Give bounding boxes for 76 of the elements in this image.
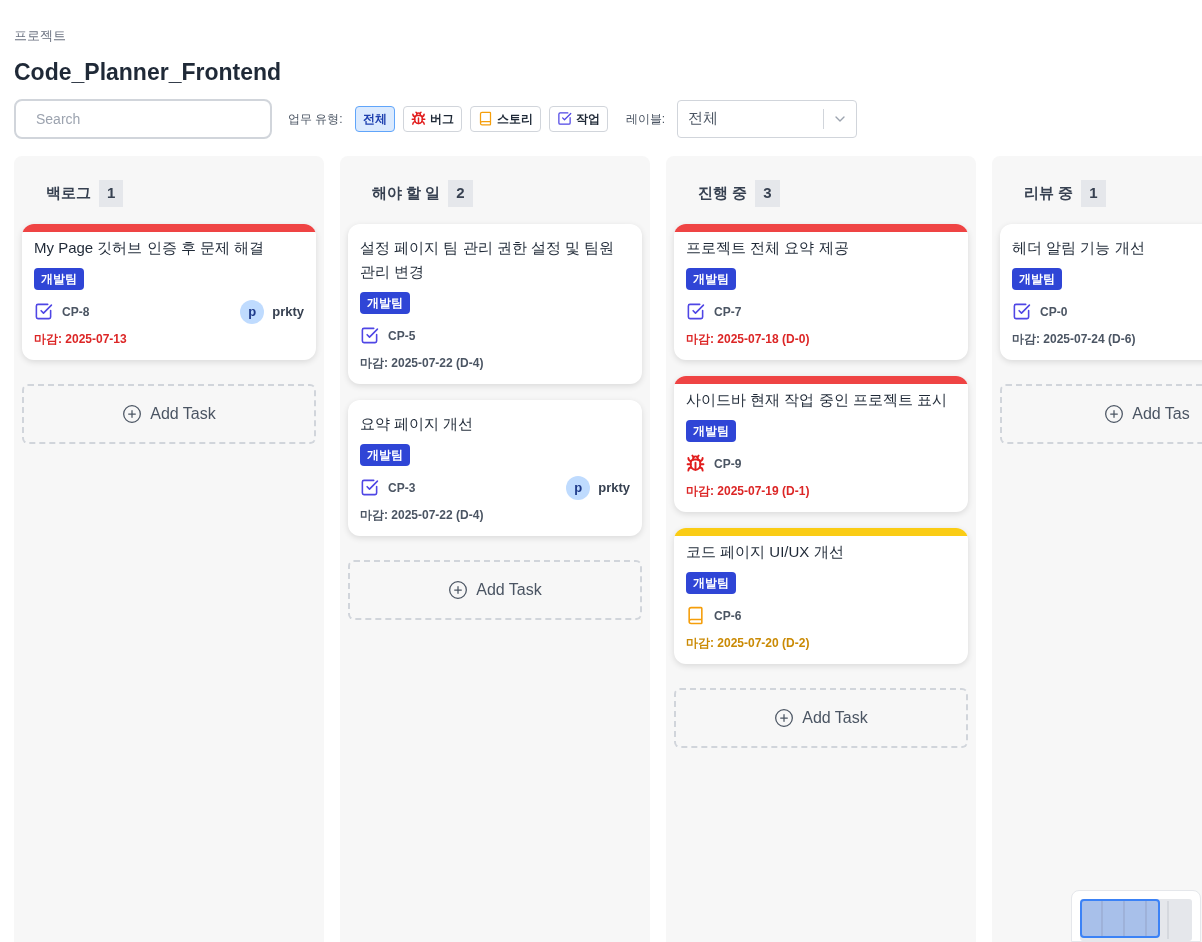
checkbox-icon [34, 302, 53, 321]
due-date: 마감: 2025-07-19 (D-1) [686, 482, 811, 500]
plus-icon [1104, 403, 1125, 424]
task-key: CP-7 [714, 302, 742, 321]
add-task-button[interactable]: Add Task [674, 687, 968, 748]
assignee-name: prkty [272, 302, 304, 321]
column-count: 2 [448, 180, 473, 207]
add-task-button[interactable]: Add Task [22, 383, 316, 444]
due-date: 마감: 2025-07-13 [34, 330, 128, 348]
task-title: 헤더 알림 기능 개선 [1012, 237, 1146, 258]
task-card[interactable]: 코드 페이지 UI/UX 개선 개발팀 CP-6 마감: 2025-07-20 (D-2) [674, 527, 968, 664]
task-title: 사이드바 현재 작업 중인 프로젝트 표시 [686, 389, 948, 410]
task-title: 설정 페이지 팀 관리 권한 설정 및 팀원 관리 변경 [360, 237, 616, 282]
task-key: CP-6 [714, 606, 742, 625]
column-title: 해야 할 일 [372, 183, 441, 204]
task-card[interactable]: 사이드바 현재 작업 중인 프로젝트 표시 개발팀 CP-9 마감: 2025-07-19 (D-1) [674, 375, 968, 512]
task-card[interactable]: 요약 페이지 개선 개발팀 CP-3 p prkty 마감: 2025-07-22 (D-4) [348, 399, 642, 536]
due-date: 마감: 2025-07-18 (D-0) [686, 330, 811, 348]
due-date: 마감: 2025-07-22 (D-4) [360, 506, 485, 524]
avatar: p [566, 475, 591, 500]
assignee-name: prkty [598, 478, 630, 497]
task-card[interactable]: 프로젝트 전체 요약 제공 개발팀 CP-7 마감: 2025-07-18 (D-0) [674, 223, 968, 360]
task-key: CP-8 [62, 302, 90, 321]
column-count: 3 [755, 180, 780, 207]
column-title: 진행 중 [698, 183, 748, 204]
checkbox-icon [360, 478, 379, 497]
plus-icon [774, 707, 795, 728]
type-filter-label: 업무 유형: [288, 110, 343, 128]
team-tag: 개발팀 [360, 443, 410, 466]
add-task-button[interactable]: Add Tas [1000, 383, 1202, 444]
avatar: p [240, 299, 265, 324]
type-filter-button[interactable]: 전체 [354, 105, 395, 132]
plus-icon [448, 579, 469, 600]
team-tag: 개발팀 [686, 571, 736, 594]
book-icon [686, 606, 705, 625]
task-title: My Page 깃허브 인증 후 문제 해결 [34, 237, 266, 258]
team-tag: 개발팀 [686, 419, 736, 442]
column-title: 리뷰 중 [1024, 183, 1074, 204]
book-icon [477, 111, 493, 126]
task-key: CP-5 [388, 326, 416, 345]
checkbox-icon [686, 302, 705, 321]
type-filter-button[interactable]: 작업 [548, 105, 608, 132]
team-tag: 개발팀 [686, 267, 736, 290]
type-filter-button[interactable]: 버그 [402, 105, 462, 132]
due-date: 마감: 2025-07-24 (D-6) [1012, 330, 1137, 348]
column-title: 백로그 [46, 183, 91, 204]
minimap[interactable] [1071, 890, 1201, 942]
task-card[interactable]: My Page 깃허브 인증 후 문제 해결 개발팀 CP-8 p prkty 마감: 2025-07-13 [22, 223, 316, 360]
type-filter-button[interactable]: 스토리 [469, 105, 541, 132]
task-card[interactable]: 설정 페이지 팀 관리 권한 설정 및 팀원 관리 변경 개발팀 CP-5 마감: 2025-07-22 (D-4) [348, 223, 642, 384]
due-date: 마감: 2025-07-22 (D-4) [360, 354, 485, 372]
add-task-button[interactable]: Add Task [348, 559, 642, 620]
column-count: 1 [99, 180, 124, 207]
team-tag: 개발팀 [34, 267, 84, 290]
task-title: 프로젝트 전체 요약 제공 [686, 237, 850, 258]
breadcrumb-label: 프로젝트 [14, 27, 67, 45]
task-key: CP-9 [714, 454, 742, 473]
task-card[interactable]: 헤더 알림 기능 개선 개발팀 CP-0 마감: 2025-07-24 (D-6) [1000, 223, 1202, 360]
project-title: Code_Planner_Frontend [14, 57, 283, 86]
bug-icon [686, 454, 705, 473]
plus-icon [122, 403, 143, 424]
checkbox-icon [556, 111, 572, 126]
task-title: 요약 페이지 개선 [360, 413, 475, 434]
due-date: 마감: 2025-07-20 (D-2) [686, 634, 811, 652]
bug-icon [410, 111, 426, 126]
label-select[interactable]: 전체 [677, 99, 857, 138]
search-field[interactable]: Search [14, 98, 272, 139]
task-key: CP-3 [388, 478, 416, 497]
column-count: 1 [1081, 180, 1106, 207]
task-title: 코드 페이지 UI/UX 개선 [686, 541, 845, 562]
label-filter-label: 레이블: [625, 110, 665, 128]
task-key: CP-0 [1040, 302, 1068, 321]
checkbox-icon [360, 326, 379, 345]
team-tag: 개발팀 [360, 291, 410, 314]
checkbox-icon [1012, 302, 1031, 321]
team-tag: 개발팀 [1012, 267, 1062, 290]
